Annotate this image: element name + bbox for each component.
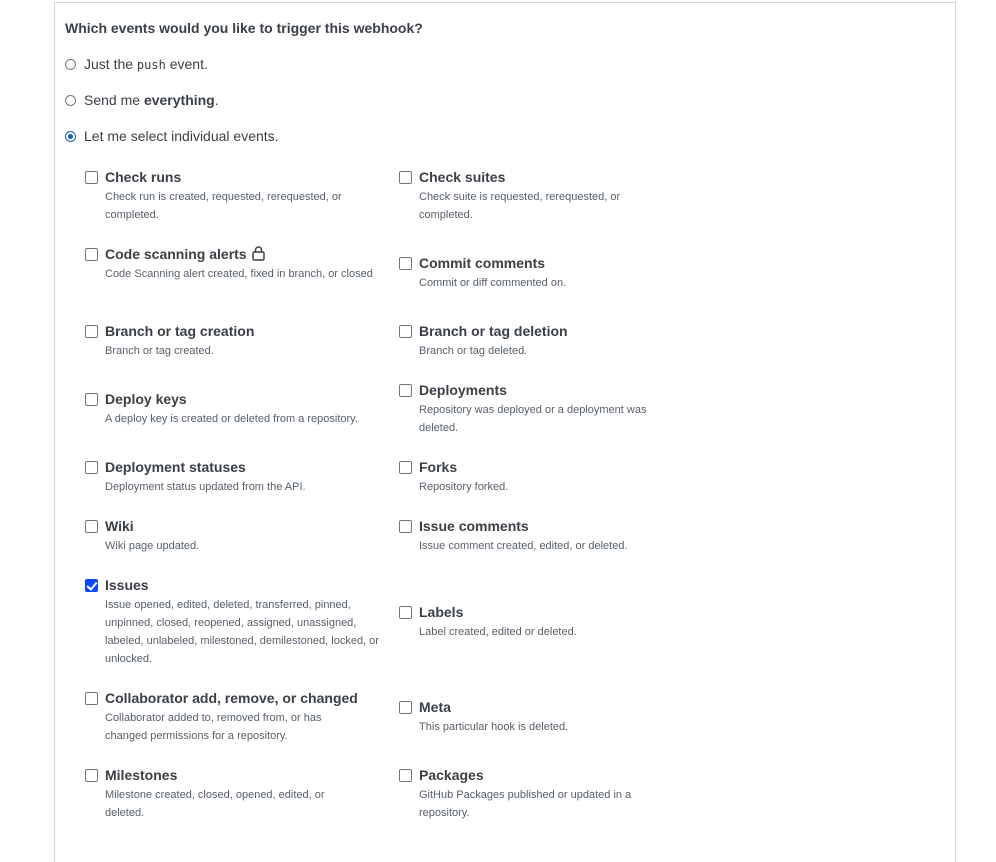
- labels-checkbox[interactable]: [399, 606, 412, 619]
- event-description: Issue opened, edited, deleted, transferr…: [105, 599, 379, 665]
- push-radio-label: Just the push event.: [84, 55, 208, 72]
- branch-deletion-checkbox[interactable]: [399, 325, 412, 338]
- forks-checkbox[interactable]: [399, 461, 412, 474]
- meta-checkbox[interactable]: [399, 701, 412, 714]
- event-description: This particular hook is deleted.: [419, 721, 569, 733]
- everything-radio-label: Send me everything.: [84, 92, 219, 108]
- event-description: Code Scanning alert created, fixed in br…: [105, 268, 373, 280]
- event-title: Forks: [419, 459, 458, 475]
- wiki-checkbox[interactable]: [85, 520, 98, 533]
- event-title: Commit comments: [419, 255, 546, 271]
- radio-option-individual[interactable]: Let me select individual events.: [65, 127, 279, 145]
- radio-option-push[interactable]: Just the push event.: [65, 55, 208, 73]
- event-title: Labels: [419, 604, 464, 620]
- everything-radio[interactable]: [65, 95, 76, 106]
- milestones-checkbox[interactable]: [85, 769, 98, 782]
- event-title: Collaborator add, remove, or changed: [105, 690, 358, 706]
- event-description: Branch or tag deleted.: [419, 345, 528, 357]
- event-description: Deployment status updated from the API.: [105, 481, 306, 493]
- event-title: Packages: [419, 767, 484, 783]
- event-title: Branch or tag deletion: [419, 323, 568, 339]
- event-title: Deployment statuses: [105, 459, 246, 475]
- event-title: Meta: [419, 699, 451, 715]
- event-description: Repository forked.: [419, 481, 509, 493]
- deployments-checkbox[interactable]: [399, 384, 412, 397]
- check-suites-checkbox[interactable]: [399, 171, 412, 184]
- event-description: Check run is created, requested, rereque…: [105, 191, 342, 221]
- event-description: Issue comment created, edited, or delete…: [419, 540, 628, 552]
- event-description: Commit or diff commented on.: [419, 277, 567, 289]
- push-code: push: [136, 57, 166, 72]
- code-scanning-checkbox[interactable]: [85, 248, 98, 261]
- event-description: A deploy key is created or deleted from …: [105, 413, 358, 425]
- event-title: Issue comments: [419, 518, 529, 534]
- individual-radio[interactable]: [65, 131, 76, 142]
- event-title: Milestones: [105, 767, 178, 783]
- deployment-statuses-checkbox[interactable]: [85, 461, 98, 474]
- check-runs-checkbox[interactable]: [85, 171, 98, 184]
- event-title: Wiki: [105, 518, 134, 534]
- event-description: Check suite is requested, rerequested, o…: [419, 191, 621, 221]
- events-question: Which events would you like to trigger t…: [65, 20, 423, 36]
- deploy-keys-checkbox[interactable]: [85, 393, 98, 406]
- event-description: Milestone created, closed, opened, edite…: [105, 789, 325, 819]
- event-description: Label created, edited or deleted.: [419, 626, 577, 638]
- event-title: Code scanning alerts: [105, 245, 265, 263]
- commit-comments-checkbox[interactable]: [399, 257, 412, 270]
- event-title: Check suites: [419, 169, 506, 185]
- lock-icon: [251, 246, 265, 261]
- push-radio[interactable]: [65, 59, 76, 70]
- issue-comments-checkbox[interactable]: [399, 520, 412, 533]
- radio-option-everything[interactable]: Send me everything.: [65, 91, 219, 109]
- event-description: Wiki page updated.: [105, 540, 200, 552]
- packages-checkbox[interactable]: [399, 769, 412, 782]
- event-description: Repository was deployed or a deployment …: [419, 404, 647, 434]
- event-description: GitHub Packages published or updated in …: [419, 789, 632, 819]
- event-title: Deployments: [419, 382, 507, 398]
- individual-radio-label: Let me select individual events.: [84, 128, 279, 144]
- branch-creation-checkbox[interactable]: [85, 325, 98, 338]
- event-description: Branch or tag created.: [105, 345, 214, 357]
- issues-checkbox[interactable]: [85, 579, 98, 592]
- event-title: Branch or tag creation: [105, 323, 255, 339]
- collaborator-checkbox[interactable]: [85, 692, 98, 705]
- event-title: Issues: [105, 577, 149, 593]
- event-title: Check runs: [105, 169, 182, 185]
- event-description: Collaborator added to, removed from, or …: [105, 712, 322, 742]
- event-title: Deploy keys: [105, 391, 187, 407]
